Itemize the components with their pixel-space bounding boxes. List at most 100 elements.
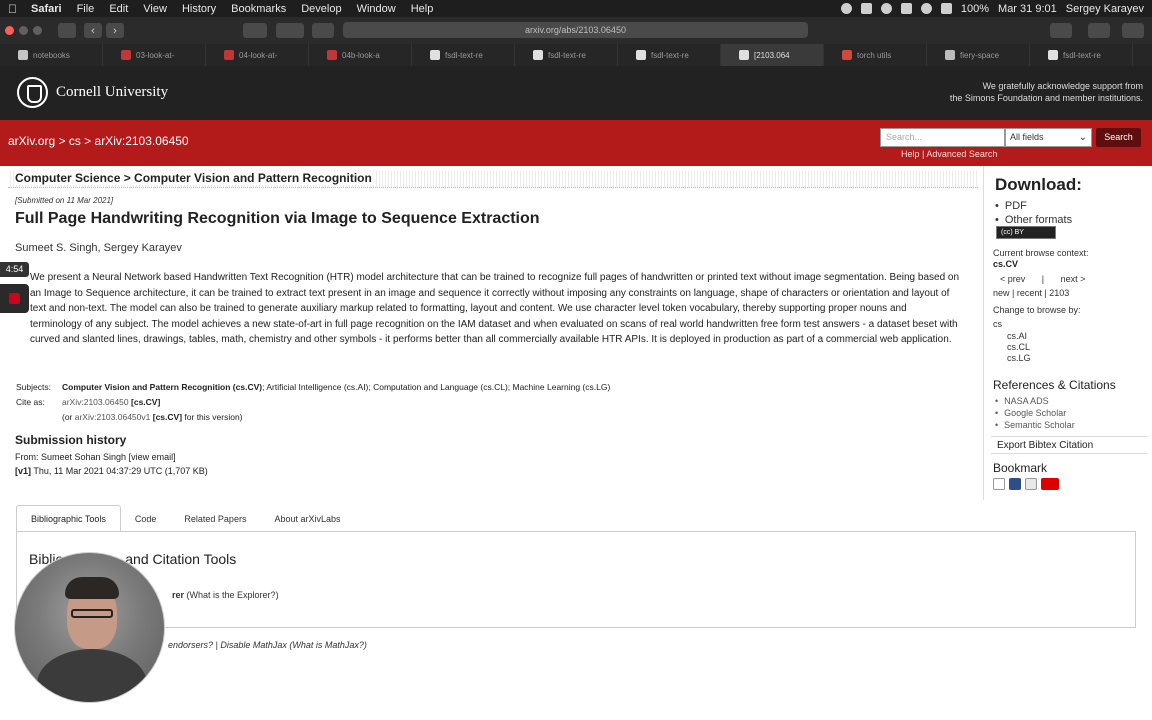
tab-label: 04b-look-a <box>342 50 380 60</box>
browse-cs-link[interactable]: cs <box>993 319 1002 329</box>
explorer-help-link[interactable]: (What is the Explorer?) <box>187 590 279 600</box>
menu-edit[interactable]: Edit <box>109 3 128 15</box>
extension-icon[interactable] <box>276 23 304 38</box>
zoom-window-button[interactable] <box>33 26 42 35</box>
sidebar-toggle-button[interactable] <box>58 23 76 38</box>
browser-tab[interactable]: fiery-space <box>927 44 1030 66</box>
tab-favicon-icon <box>18 50 28 60</box>
wifi-icon[interactable] <box>920 3 932 14</box>
breadcrumb-cs[interactable]: cs <box>69 134 81 148</box>
cite-link[interactable]: arXiv:2103.06450 <box>62 397 129 407</box>
menu-history[interactable]: History <box>182 3 216 15</box>
privacy-report-icon[interactable] <box>243 23 267 38</box>
version-detail: Thu, 11 Mar 2021 04:37:29 UTC (1,707 KB) <box>31 466 208 476</box>
browser-tab[interactable]: fsdl-text-re <box>412 44 515 66</box>
footer-links[interactable]: endorsers? | Disable MathJax (What is Ma… <box>168 640 367 650</box>
browser-tab[interactable]: notebooks <box>0 44 103 66</box>
tab-about-arxivlabs[interactable]: About arXivLabs <box>260 505 354 532</box>
mac-menubar:  Safari File Edit View History Bookmark… <box>0 0 1152 17</box>
next-link[interactable]: next > <box>1061 274 1086 284</box>
close-window-button[interactable] <box>5 26 14 35</box>
browser-tab[interactable]: fsdl-text-re <box>618 44 721 66</box>
browser-toolbar: ‹ › arxiv.org/abs/2103.06450 <box>0 17 1152 44</box>
help-link[interactable]: Help <box>901 149 920 159</box>
browser-tab[interactable]: fsdl-text-re <box>515 44 618 66</box>
download-icon[interactable] <box>1050 23 1072 38</box>
prev-link[interactable]: < prev <box>1000 274 1025 284</box>
browse-cs-cl-link[interactable]: cs.CL <box>1007 342 1031 353</box>
apple-icon[interactable]:  <box>8 2 17 16</box>
menu-help[interactable]: Help <box>411 3 434 15</box>
clock[interactable]: Mar 31 9:01 <box>998 3 1057 15</box>
paper-authors[interactable]: Sumeet S. Singh, Sergey Karayev <box>15 242 182 254</box>
back-button[interactable]: ‹ <box>84 23 102 38</box>
minimize-window-button[interactable] <box>19 26 28 35</box>
share-icon[interactable] <box>1088 23 1110 38</box>
browser-tab[interactable]: fsdl-text-re <box>1030 44 1133 66</box>
user-name[interactable]: Sergey Karayev <box>1066 3 1144 15</box>
tab-code[interactable]: Code <box>121 505 171 532</box>
export-bibtex-button[interactable]: Export Bibtex Citation <box>991 436 1148 454</box>
right-sidebar: Download: PDF Other formats (cc) BY Curr… <box>983 166 1152 500</box>
tab-favicon-icon <box>945 50 955 60</box>
breadcrumb-separator: > <box>55 134 69 148</box>
bookmark-title: Bookmark <box>993 461 1048 475</box>
reader-icon[interactable] <box>312 23 334 38</box>
biblio-tab-bar: Bibliographic Tools Code Related Papers … <box>16 505 355 532</box>
tab-related-papers[interactable]: Related Papers <box>170 505 260 532</box>
browser-tab[interactable]: torch utils <box>824 44 927 66</box>
vpn-icon[interactable] <box>880 3 892 14</box>
browse-cs-ai-link[interactable]: cs.AI <box>1007 331 1031 342</box>
support-line-2[interactable]: the Simons Foundation and member institu… <box>903 92 1143 104</box>
browser-tab[interactable]: [2103.064 <box>721 44 824 66</box>
browser-tab[interactable]: 04b-look-a <box>309 44 412 66</box>
search-field-select[interactable]: All fields ⌄ <box>1005 128 1092 147</box>
new-recent-links[interactable]: new | recent | 2103 <box>993 288 1069 298</box>
menu-file[interactable]: File <box>77 3 95 15</box>
cite-version-link[interactable]: arXiv:2103.06450v1 <box>75 412 151 422</box>
volume-icon[interactable] <box>940 3 952 14</box>
mendeley-icon[interactable] <box>1009 478 1021 490</box>
menu-develop[interactable]: Develop <box>301 3 341 15</box>
browser-tab[interactable]: 04-look-at- <box>206 44 309 66</box>
google-scholar-link[interactable]: Google Scholar <box>995 407 1075 419</box>
nasa-ads-link[interactable]: NASA ADS <box>995 395 1075 407</box>
view-email-link[interactable]: [view email] <box>129 452 176 462</box>
browser-tab[interactable]: 03-look-at- <box>103 44 206 66</box>
menu-app-safari[interactable]: Safari <box>31 3 62 15</box>
semantic-scholar-link[interactable]: Semantic Scholar <box>995 419 1075 431</box>
bibsonomy-icon[interactable] <box>993 478 1005 490</box>
other-formats-link[interactable]: Other formats <box>995 213 1072 227</box>
submission-history-title: Submission history <box>15 433 127 447</box>
menu-bookmarks[interactable]: Bookmarks <box>231 3 286 15</box>
cornell-logo-text[interactable]: Cornell University <box>56 84 168 101</box>
bluetooth-icon[interactable] <box>900 3 912 14</box>
license-badge[interactable]: (cc) BY <box>996 226 1056 239</box>
browse-nav: < prev | next > <box>1000 274 1085 284</box>
search-input[interactable]: Search... <box>880 128 1005 147</box>
stop-recording-button[interactable] <box>0 284 29 313</box>
menu-window[interactable]: Window <box>357 3 396 15</box>
zoom-icon[interactable] <box>840 3 852 14</box>
search-button[interactable]: Search <box>1096 128 1141 147</box>
citeulike-icon[interactable] <box>1025 478 1037 490</box>
download-title: Download: <box>995 175 1082 194</box>
dropbox-icon[interactable] <box>860 3 872 14</box>
cite-label: Cite as: <box>16 397 45 407</box>
cornell-seal-icon[interactable] <box>17 77 48 108</box>
battery-percent[interactable]: 100% <box>961 3 989 15</box>
advanced-search-link[interactable]: Advanced Search <box>926 149 997 159</box>
bookmark-icons <box>993 478 1059 490</box>
reddit-icon[interactable] <box>1041 478 1059 490</box>
tabs-overview-icon[interactable] <box>1122 23 1144 38</box>
address-bar[interactable]: arxiv.org/abs/2103.06450 <box>343 22 808 38</box>
tab-bibliographic-tools[interactable]: Bibliographic Tools <box>16 505 121 532</box>
forward-button[interactable]: › <box>106 23 124 38</box>
change-browse-label: Change to browse by: <box>993 305 1081 315</box>
menu-view[interactable]: View <box>143 3 167 15</box>
breadcrumb-arxiv[interactable]: arXiv.org <box>8 134 55 148</box>
pdf-link[interactable]: PDF <box>995 199 1072 213</box>
references-list: NASA ADS Google Scholar Semantic Scholar <box>995 395 1075 431</box>
version-tag[interactable]: [v1] <box>15 466 31 476</box>
browse-cs-lg-link[interactable]: cs.LG <box>1007 353 1031 364</box>
